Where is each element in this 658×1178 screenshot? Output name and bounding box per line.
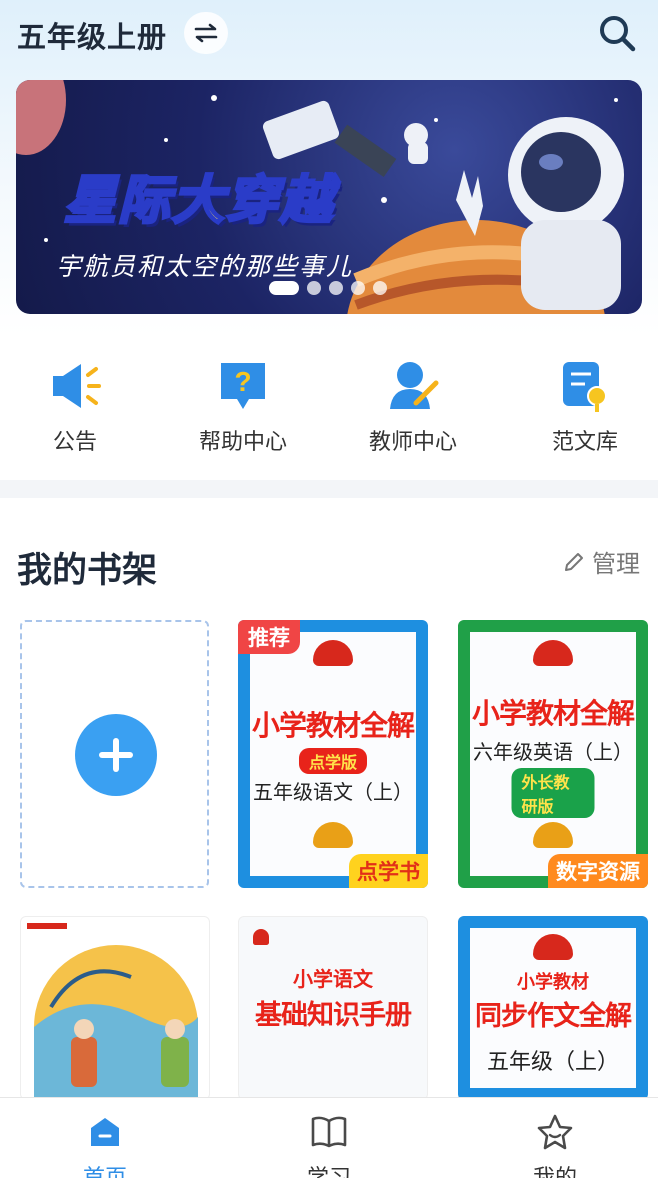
emblem-icon <box>253 929 269 945</box>
star-icon <box>535 1112 575 1152</box>
emblem-icon <box>533 640 573 666</box>
book-card[interactable]: 小学语文 基础知识手册 <box>238 916 428 1100</box>
nav-label: 学习 <box>306 1165 351 1178</box>
quick-item-label: 范文库 <box>551 429 618 454</box>
book-title: 小学教材全解 <box>471 698 635 729</box>
carousel-dot[interactable] <box>373 281 387 295</box>
shelf-title: 我的书架 <box>17 551 158 590</box>
book-card[interactable]: 小学教材全解 六年级英语（上） 外长教研版 数字资源 <box>458 620 648 888</box>
book-cover-illustration <box>27 923 198 1099</box>
book-card[interactable] <box>20 916 210 1100</box>
book-subtitle: 五年级（上） <box>486 1049 619 1074</box>
book-type-badge: 点学书 <box>349 854 428 888</box>
carousel-indicator <box>269 281 387 295</box>
quick-item-label: 公告 <box>52 429 97 454</box>
quick-item-label: 教师中心 <box>368 429 457 454</box>
essay-library-icon <box>555 356 615 416</box>
nav-label: 我的 <box>532 1165 577 1178</box>
nav-home[interactable]: 首页 <box>45 1112 165 1178</box>
book-cover: 小学教材全解 六年级英语（上） 外长教研版 <box>470 632 636 876</box>
swap-icon <box>194 23 218 43</box>
add-book-card[interactable] <box>20 620 209 888</box>
bottom-nav: 首页 学习 我的 <box>0 1097 658 1178</box>
emblem-icon <box>533 822 573 848</box>
emblem-icon <box>313 640 353 666</box>
grade-title[interactable]: 五年级上册 <box>17 14 167 56</box>
book-cover: 小学教材 同步作文全解 五年级（上） <box>470 928 636 1088</box>
search-button[interactable] <box>596 12 638 54</box>
book-subtitle: 五年级语文（上） <box>253 782 413 804</box>
nav-mine[interactable]: 我的 <box>495 1112 615 1178</box>
add-button[interactable] <box>75 714 157 796</box>
book-type-badge: 数字资源 <box>548 854 648 888</box>
book-title: 小学教材全解 <box>251 710 415 741</box>
book-series: 小学教材 <box>517 972 589 992</box>
manage-label: 管理 <box>592 551 640 578</box>
help-icon: ? <box>213 356 273 416</box>
quick-menu: 公告 ? 帮助中心 教师中心 范文库 <box>0 330 658 480</box>
book-edition: 外长教研版 <box>511 768 595 818</box>
quick-item-teacher[interactable]: 教师中心 <box>338 356 488 456</box>
carousel-dot[interactable] <box>307 281 321 295</box>
quick-item-essay-library[interactable]: 范文库 <box>510 356 658 456</box>
emblem-icon <box>533 934 573 960</box>
bookshelf: 我的书架 管理 小学教材全解 点学版 五年级语文（上） 推荐 点学书 小学教材全… <box>0 498 658 1100</box>
header: 五年级上册 <box>0 0 658 70</box>
nav-label: 首页 <box>82 1165 127 1178</box>
book-subtitle: 六年级英语（上） <box>473 742 633 764</box>
emblem-icon <box>313 822 353 848</box>
home-icon <box>85 1112 125 1152</box>
banner-title: 星际大穿越 <box>62 171 335 232</box>
promo-banner[interactable]: 星际大穿越 宇航员和太空的那些事儿 <box>16 80 642 314</box>
carousel-dot[interactable] <box>269 281 299 295</box>
book-edition: 点学版 <box>298 748 368 774</box>
book-icon <box>309 1112 349 1152</box>
book-title: 基础知识手册 <box>255 1000 412 1030</box>
edit-icon <box>565 552 583 571</box>
book-cover: 小学教材全解 点学版 五年级语文（上） <box>250 632 416 876</box>
switch-grade-button[interactable] <box>184 12 228 54</box>
plus-icon <box>99 738 133 772</box>
banner-subtitle: 宇航员和太空的那些事儿 <box>56 253 354 281</box>
book-title: 同步作文全解 <box>475 1001 632 1031</box>
book-series: 小学语文 <box>293 969 373 991</box>
book-card[interactable]: 小学教材 同步作文全解 五年级（上） <box>458 916 648 1100</box>
quick-item-help[interactable]: ? 帮助中心 <box>168 356 318 456</box>
carousel-dot[interactable] <box>329 281 343 295</box>
nav-study[interactable]: 学习 <box>269 1112 389 1178</box>
search-icon <box>600 16 636 52</box>
teacher-icon <box>383 356 443 416</box>
book-card[interactable]: 小学教材全解 点学版 五年级语文（上） 推荐 点学书 <box>238 620 428 888</box>
quick-item-announcement[interactable]: 公告 <box>0 356 150 456</box>
svg-text:?: ? <box>234 366 251 397</box>
recommend-badge: 推荐 <box>238 620 300 654</box>
carousel-dot[interactable] <box>351 281 365 295</box>
megaphone-icon <box>45 356 105 416</box>
manage-button[interactable]: 管理 <box>562 544 640 579</box>
quick-item-label: 帮助中心 <box>198 429 287 454</box>
